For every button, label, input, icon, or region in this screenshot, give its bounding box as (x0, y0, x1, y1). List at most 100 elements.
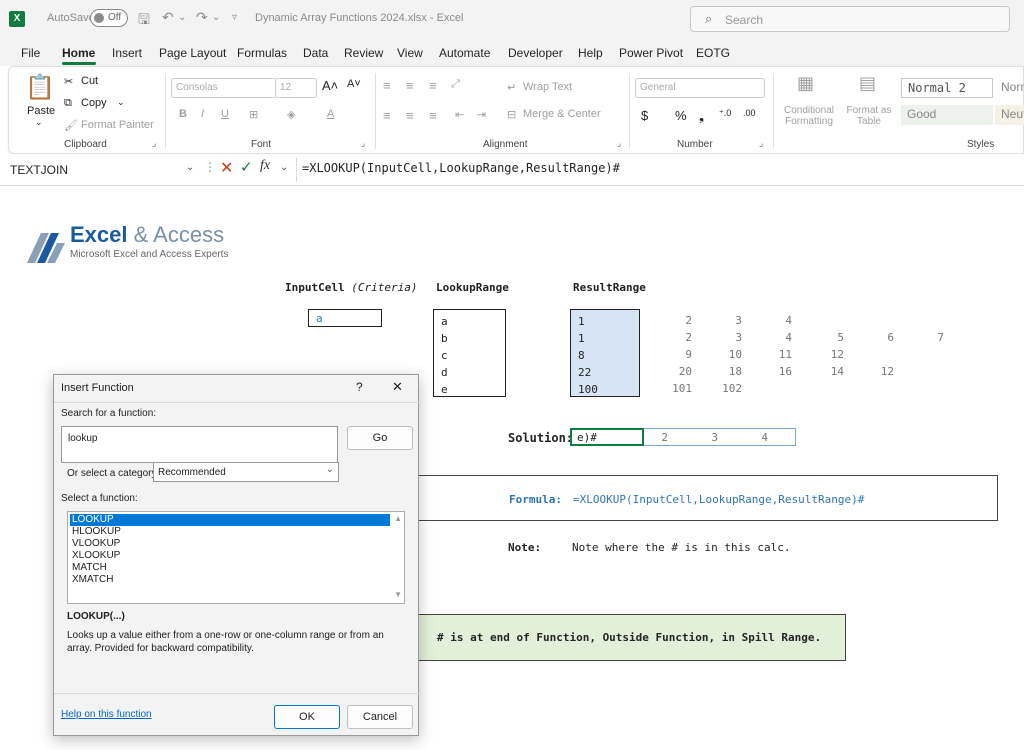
format-painter-icon[interactable]: 🖌 (64, 119, 78, 132)
format-as-table-icon[interactable]: ▤ (859, 73, 876, 94)
tab-automate[interactable]: Automate (439, 46, 490, 60)
alignment-launcher-icon[interactable]: ⌟ (617, 138, 621, 149)
font-name-combo[interactable]: Consolas (171, 78, 277, 98)
align-bottom-icon[interactable]: ≡ (429, 78, 437, 93)
ok-button[interactable]: OK (274, 705, 340, 729)
result-range[interactable]: 1 1 8 22 100 (570, 309, 640, 397)
comma-icon[interactable]: ❟ (699, 108, 704, 124)
paste-dropdown-icon[interactable]: ⌄ (35, 117, 43, 128)
copy-icon[interactable]: ⧉ (64, 97, 72, 110)
merge-center-icon[interactable]: ⊟ (507, 108, 516, 121)
wrap-text-icon[interactable]: ↵ (507, 81, 516, 94)
align-middle-icon[interactable]: ≡ (406, 78, 414, 93)
align-top-icon[interactable]: ≡ (383, 78, 391, 93)
help-link[interactable]: Help on this function (61, 709, 152, 720)
tab-help[interactable]: Help (578, 46, 603, 60)
merge-center-button[interactable]: Merge & Center (523, 108, 601, 120)
save-icon[interactable]: 🖫 (138, 9, 150, 33)
bold-icon[interactable]: B (179, 108, 187, 120)
clipboard-launcher-icon[interactable]: ⌟ (152, 138, 156, 149)
format-as-table-button[interactable]: Format as Table (843, 105, 895, 127)
style-neutral[interactable]: Neutr (995, 105, 1024, 125)
redo-icon[interactable]: ↷ (196, 9, 208, 26)
style-good[interactable]: Good (901, 105, 993, 125)
decrease-decimal-icon[interactable]: .00 (743, 108, 756, 118)
wrap-text-button[interactable]: Wrap Text (523, 81, 572, 93)
align-right-icon[interactable]: ≡ (429, 108, 437, 123)
increase-indent-icon[interactable]: ⇥ (477, 108, 486, 121)
tab-formulas[interactable]: Formulas (237, 46, 287, 60)
underline-icon[interactable]: U (221, 108, 229, 120)
copy-dropdown-icon[interactable]: ⌄ (117, 97, 125, 108)
number-launcher-icon[interactable]: ⌟ (759, 138, 763, 149)
tab-eotg[interactable]: EOTG (696, 46, 730, 60)
conditional-formatting-button[interactable]: Conditional Formatting (779, 105, 839, 127)
fx-dropdown-icon[interactable]: ⌄ (280, 162, 288, 173)
name-box[interactable]: TEXTJOIN (10, 160, 210, 180)
copy-button[interactable]: Copy (81, 97, 107, 109)
cut-icon[interactable]: ✂ (64, 75, 73, 88)
go-button[interactable]: Go (347, 426, 413, 450)
tab-power-pivot[interactable]: Power Pivot (619, 46, 683, 60)
autosave-toggle[interactable]: Off (90, 9, 128, 27)
tab-file[interactable]: File (21, 46, 40, 60)
scroll-down-icon[interactable]: ▼ (394, 590, 402, 599)
paste-button[interactable]: Paste (27, 105, 55, 117)
list-item[interactable]: MATCH (70, 562, 390, 574)
undo-icon[interactable]: ↶ (162, 9, 174, 26)
undo-dropdown-icon[interactable]: ⌄ (178, 12, 186, 23)
font-size-combo[interactable]: 12 (275, 78, 317, 98)
tab-data[interactable]: Data (303, 46, 328, 60)
formula-input[interactable]: =XLOOKUP(InputCell,LookupRange,ResultRan… (302, 161, 620, 175)
solution-active-cell[interactable]: e)# (570, 428, 644, 446)
currency-icon[interactable]: $ (641, 108, 648, 123)
help-icon[interactable]: ? (356, 380, 363, 394)
input-cell[interactable]: a (308, 309, 382, 327)
tab-developer[interactable]: Developer (508, 46, 563, 60)
number-format-combo[interactable]: General (635, 78, 765, 98)
align-left-icon[interactable]: ≡ (383, 108, 391, 123)
orientation-icon[interactable]: ⤢ (451, 78, 460, 91)
fill-color-icon[interactable]: ◈ (287, 108, 295, 121)
lookup-range[interactable]: a b c d e (433, 309, 506, 397)
list-item[interactable]: XMATCH (70, 574, 390, 586)
tab-home[interactable]: Home (62, 46, 95, 60)
more-options-icon[interactable]: ⋮ (204, 160, 216, 174)
align-center-icon[interactable]: ≡ (406, 108, 414, 123)
italic-icon[interactable]: I (201, 108, 204, 120)
namebox-dropdown-icon[interactable]: ⌄ (186, 162, 194, 173)
customize-qat-icon[interactable]: ▿ (232, 12, 237, 23)
tab-view[interactable]: View (397, 46, 423, 60)
insert-function-icon[interactable]: fx (260, 158, 270, 174)
format-painter-button[interactable]: Format Painter (81, 119, 154, 131)
function-list[interactable]: LOOKUP HLOOKUP VLOOKUP XLOOKUP MATCH XMA… (67, 511, 405, 604)
scroll-up-icon[interactable]: ▲ (394, 514, 402, 523)
tab-insert[interactable]: Insert (112, 46, 142, 60)
category-select[interactable]: Recommended ⌄ (153, 462, 339, 482)
redo-dropdown-icon[interactable]: ⌄ (212, 12, 220, 23)
paste-icon[interactable]: 📋 (25, 73, 55, 102)
search-input[interactable]: ⌕ Search (690, 6, 1010, 32)
function-search-input[interactable]: lookup (61, 426, 338, 463)
increase-font-icon[interactable]: A˄ (322, 78, 338, 93)
decrease-indent-icon[interactable]: ⇤ (455, 108, 464, 121)
font-color-icon[interactable]: A (327, 108, 334, 120)
list-item[interactable]: HLOOKUP (70, 526, 390, 538)
list-item[interactable]: XLOOKUP (70, 550, 390, 562)
percent-icon[interactable]: % (675, 108, 687, 123)
conditional-formatting-icon[interactable]: ▦ (797, 73, 814, 94)
tab-review[interactable]: Review (344, 46, 383, 60)
enter-entry-icon[interactable]: ✓ (240, 158, 253, 176)
increase-decimal-icon[interactable]: ⁺.0 (719, 108, 731, 119)
font-launcher-icon[interactable]: ⌟ (361, 138, 365, 149)
style-normal[interactable]: Norm (995, 78, 1024, 98)
borders-icon[interactable]: ⊞ (249, 108, 258, 121)
list-item[interactable]: LOOKUP (70, 514, 390, 526)
cancel-entry-icon[interactable]: ✕ (220, 158, 233, 178)
style-normal-2[interactable]: Normal 2 (901, 78, 993, 98)
cut-button[interactable]: Cut (81, 75, 98, 87)
close-icon[interactable]: ✕ (392, 379, 403, 395)
decrease-font-icon[interactable]: A˅ (347, 78, 361, 90)
tab-page-layout[interactable]: Page Layout (159, 46, 226, 60)
cancel-button[interactable]: Cancel (347, 705, 413, 729)
